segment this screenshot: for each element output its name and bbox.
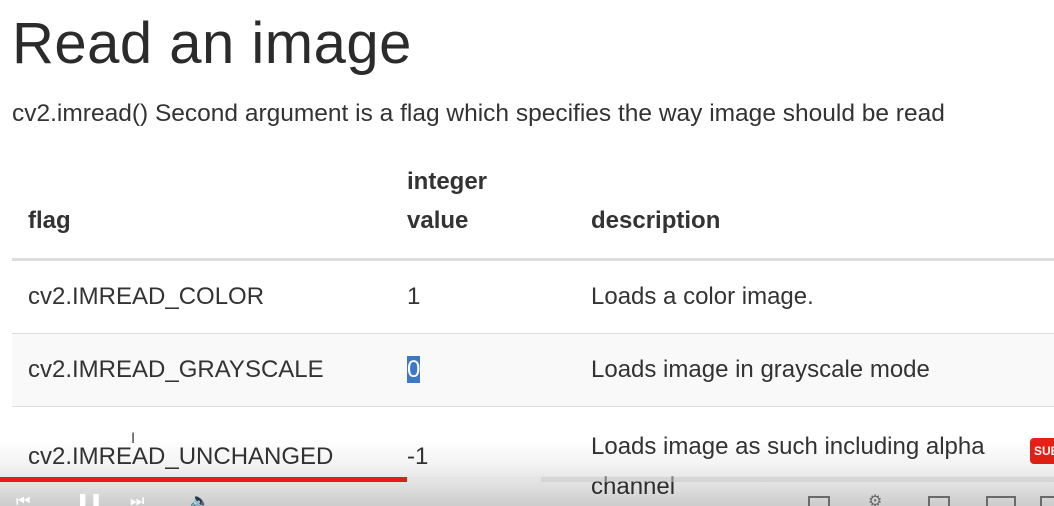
page-title: Read an image <box>12 11 412 76</box>
description-cell: Loads image in grayscale mode <box>575 333 1054 407</box>
skip-next-icon[interactable]: ⏭ <box>130 493 144 506</box>
fullscreen-icon[interactable] <box>1040 496 1054 506</box>
volume-icon[interactable]: 🔈 <box>190 493 210 506</box>
table-row: cv2.IMREAD_GRAYSCALE 0 Loads image in gr… <box>12 333 1054 407</box>
selected-text[interactable]: 0 <box>407 356 421 383</box>
flag-cell: cv2.IMREAD_COLOR <box>12 259 391 334</box>
theater-icon[interactable] <box>986 496 1016 506</box>
pause-icon[interactable]: ❚❚ <box>76 493 103 506</box>
header-value-line1: integer <box>407 168 488 195</box>
description-cell: Loads image as such including alpha chan… <box>575 406 1054 506</box>
header-integer-value: integer value <box>391 162 575 261</box>
value-cell: 1 <box>391 259 575 334</box>
flag-cell: cv2.IMREAD_GRAYSCALE <box>12 333 391 407</box>
table-row: cv2.IMREAD_UNCHANGED -1 Loads image as s… <box>12 406 1054 506</box>
subscribe-badge[interactable]: SUB <box>1030 438 1054 464</box>
header-flag: flag <box>12 162 391 261</box>
table-header-row: flag integer value description <box>12 162 1054 261</box>
value-cell: -1 <box>391 406 575 506</box>
description-cell: Loads a color image. <box>575 259 1054 334</box>
description-line1: Loads image as such including alpha <box>591 433 985 460</box>
settings-icon[interactable]: ⚙ <box>868 493 882 506</box>
subtitles-icon[interactable] <box>808 496 830 506</box>
text-cursor-icon: I <box>131 431 136 447</box>
value-cell: 0 <box>391 333 575 407</box>
header-description: description <box>575 162 1054 261</box>
flags-table: flag integer value description cv2.IMREA… <box>12 162 1054 506</box>
header-value-line2: value <box>407 207 469 234</box>
miniplayer-icon[interactable] <box>928 496 950 506</box>
slide-page: Read an image cv2.imread() Second argume… <box>0 0 1054 506</box>
table-row: cv2.IMREAD_COLOR 1 Loads a color image. <box>12 259 1054 334</box>
progress-played <box>0 477 407 482</box>
video-progress-bar[interactable] <box>0 477 1054 482</box>
intro-text: cv2.imread() Second argument is a flag w… <box>12 100 945 127</box>
skip-back-icon[interactable]: ⏮ <box>16 493 30 506</box>
